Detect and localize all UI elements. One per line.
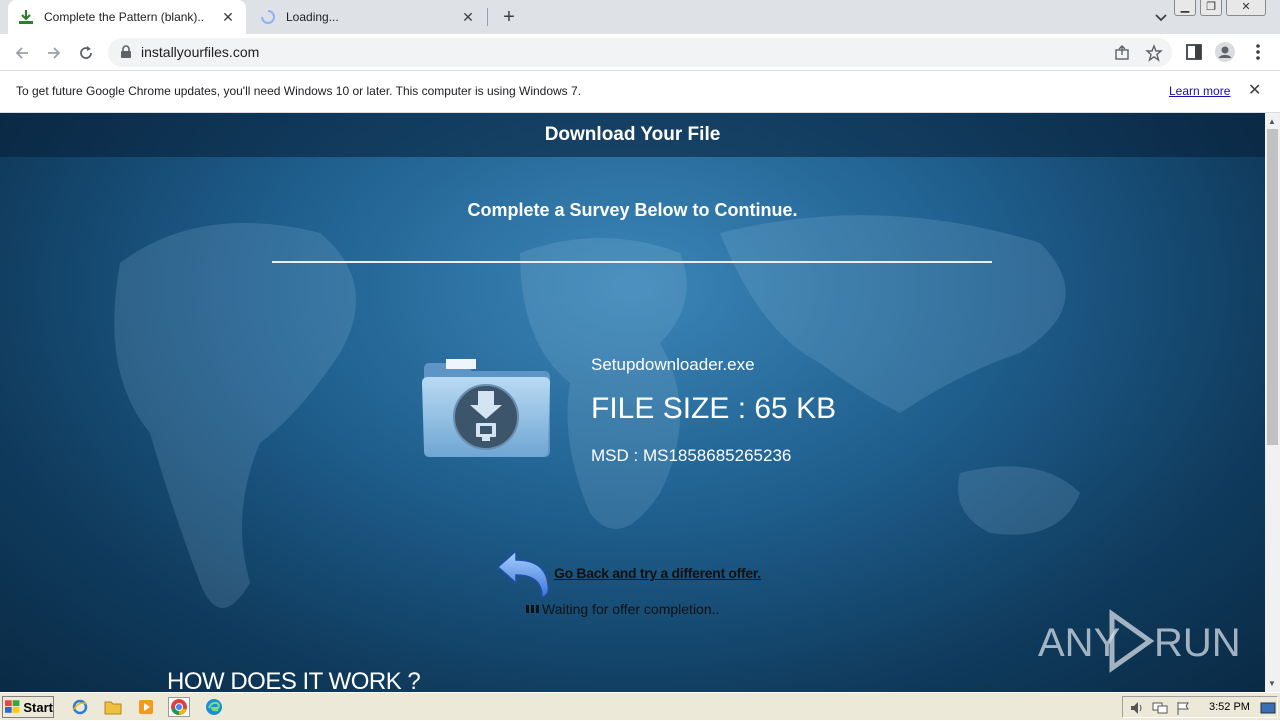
windows-logo-icon — [5, 700, 20, 713]
tab-strip: Complete the Pattern (blank).. ✕ Loading… — [0, 0, 1280, 34]
start-button[interactable]: Start — [2, 696, 54, 718]
svg-text:ANY: ANY — [1038, 621, 1120, 665]
lock-icon — [120, 45, 132, 64]
tab-loading[interactable]: Loading... ✕ — [250, 0, 486, 34]
new-tab-button[interactable]: + — [498, 6, 520, 28]
star-icon[interactable] — [1145, 44, 1163, 62]
back-button[interactable] — [11, 42, 33, 64]
survey-instruction: Complete a Survey Below to Continue. — [467, 200, 798, 220]
page-header: Download Your File — [0, 113, 1265, 157]
waiting-text: Waiting for offer completion.. — [542, 601, 720, 617]
page-content: Download Your File Complete a Survey Bel… — [0, 113, 1265, 692]
loading-spinner-icon — [260, 9, 276, 25]
waiting-status: Waiting for offer completion.. — [526, 601, 719, 617]
anyrun-watermark-logo: ANY RUN — [1038, 609, 1238, 673]
tab-complete-the-pattern[interactable]: Complete the Pattern (blank).. ✕ — [8, 0, 246, 34]
share-icon[interactable] — [1113, 44, 1131, 62]
reload-icon — [80, 46, 92, 59]
restore-button[interactable]: ❐ — [1200, 0, 1222, 16]
forward-button[interactable] — [43, 42, 65, 64]
internet-explorer-icon[interactable] — [69, 697, 91, 717]
file-name: Setupdownloader.exe — [591, 355, 755, 374]
scrollbar-thumb[interactable] — [1267, 129, 1278, 445]
divider — [272, 261, 992, 263]
tab-close-icon[interactable]: ✕ — [460, 9, 476, 25]
network-icon[interactable] — [1152, 700, 1168, 716]
volume-icon[interactable] — [1129, 700, 1145, 716]
tab-title: Loading... — [286, 10, 339, 24]
file-msd: MSD : MS1858685265236 — [591, 446, 792, 465]
tab-title: Complete the Pattern (blank).. — [44, 10, 205, 24]
system-tray: 3:52 PM — [1122, 696, 1278, 718]
scroll-up-icon[interactable]: ▲ — [1268, 117, 1276, 126]
windows-taskbar: Start 3:52 PM — [0, 692, 1280, 720]
page-title: Download Your File — [544, 124, 721, 145]
go-back-link[interactable]: Go Back and try a different offer. — [554, 565, 761, 581]
window-controls: ▁ ❐ ✕ — [1174, 0, 1266, 16]
edge-icon[interactable] — [203, 697, 225, 717]
page-scrollbar[interactable]: ▲ ▼ — [1265, 113, 1280, 692]
file-explorer-icon[interactable] — [102, 697, 124, 717]
scroll-down-icon[interactable]: ▼ — [1268, 679, 1276, 688]
chrome-icon[interactable] — [168, 697, 190, 717]
how-it-works-heading: HOW DOES IT WORK ? — [167, 668, 421, 692]
kebab-menu-icon[interactable] — [1248, 42, 1268, 62]
file-size: FILE SIZE : 65 KB — [591, 392, 837, 425]
learn-more-link[interactable]: Learn more — [1169, 84, 1230, 98]
action-center-flag-icon[interactable] — [1175, 700, 1191, 716]
svg-text:RUN: RUN — [1154, 621, 1238, 665]
taskbar-clock: 3:52 PM — [1209, 701, 1250, 713]
window-close-button[interactable]: ✕ — [1226, 0, 1266, 16]
loading-bars-icon — [526, 605, 539, 613]
tab-separator — [487, 8, 488, 26]
profile-avatar-icon[interactable] — [1215, 42, 1235, 62]
minimize-button[interactable]: ▁ — [1174, 0, 1196, 16]
infobar-close-icon[interactable]: ✕ — [1248, 83, 1261, 99]
address-bar[interactable]: installyourfiles.com — [108, 38, 1172, 67]
media-player-icon[interactable] — [135, 697, 157, 717]
start-label: Start — [23, 699, 53, 715]
arrow-left-icon — [15, 47, 28, 59]
side-panel-icon[interactable] — [1184, 42, 1204, 62]
reload-button[interactable] — [75, 42, 97, 64]
arrow-right-icon — [48, 47, 61, 59]
infobar-message: To get future Google Chrome updates, you… — [16, 84, 582, 98]
update-infobar: To get future Google Chrome updates, you… — [0, 71, 1280, 113]
chevron-down-icon[interactable] — [1152, 8, 1170, 26]
url-text: installyourfiles.com — [141, 44, 260, 60]
download-folder-icon — [422, 359, 550, 457]
show-desktop-icon[interactable] — [1260, 700, 1276, 716]
download-icon — [18, 9, 34, 25]
browser-toolbar: installyourfiles.com — [0, 34, 1280, 71]
back-arrow-icon[interactable] — [496, 549, 552, 599]
tab-close-icon[interactable]: ✕ — [220, 9, 236, 25]
